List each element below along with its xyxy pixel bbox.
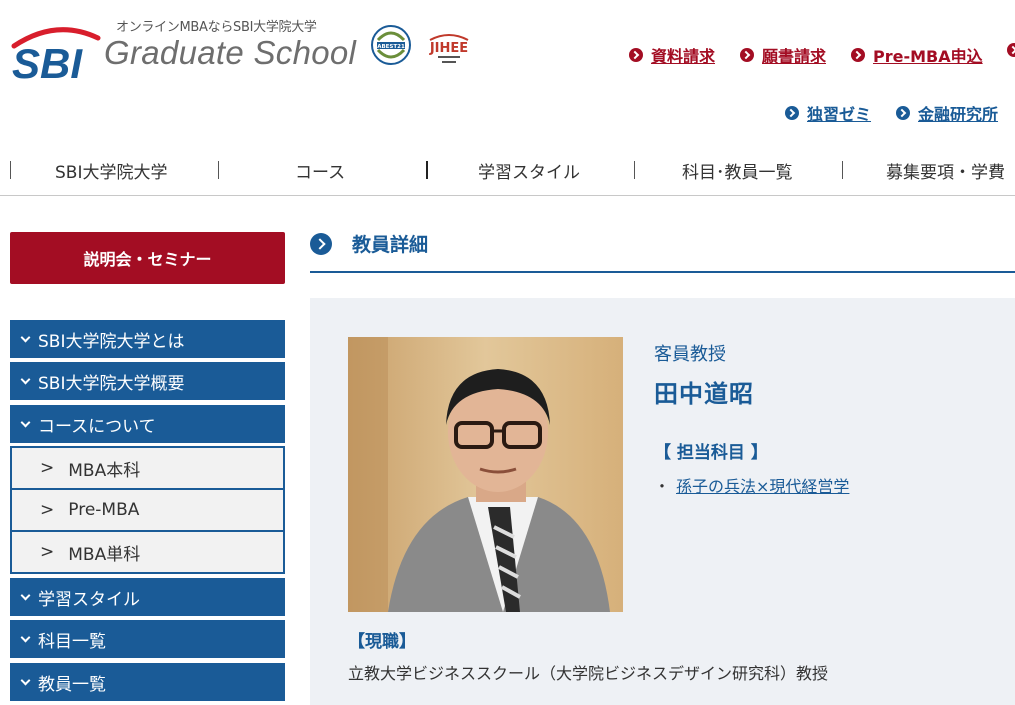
finance-institute-link[interactable]: 金融研究所: [896, 101, 998, 125]
sidebar-item-overview[interactable]: SBI大学院大学概要: [10, 362, 285, 400]
jihee-badge-text: JIHEE: [429, 41, 468, 56]
faculty-photo: [348, 337, 623, 612]
chevron-down-icon: [20, 374, 31, 384]
faculty-name: 田中道昭: [654, 380, 754, 408]
subject-list-item: ・ 孫子の兵法×現代経営学: [654, 473, 849, 497]
global-nav: SBI大学院大学 コース 学習スタイル 科目･教員一覧 募集要項・学費: [0, 146, 1015, 196]
sidebar-item-courses[interactable]: コースについて: [10, 405, 285, 443]
arrow-circle-icon: [629, 48, 643, 62]
sidebar-subgroup-courses: > MBA本科 > Pre-MBA > MBA単科: [10, 446, 285, 574]
nav-item-admission[interactable]: 募集要項・学費: [886, 158, 1005, 183]
nav-separator: [10, 161, 11, 179]
page-title: 教員詳細: [352, 234, 429, 256]
seminar-button[interactable]: 説明会・セミナー: [10, 232, 285, 284]
jihee-badge-icon: JIHEE: [429, 34, 469, 63]
sidebar-subitem-pre-mba[interactable]: > Pre-MBA: [12, 490, 283, 530]
sidebar-item-label: 科目一覧: [38, 631, 106, 652]
faculty-role: 客員教授: [654, 344, 726, 365]
logo-tagline: オンラインMBAならSBI大学院大学: [116, 20, 317, 35]
sidebar-subitem-label: MBA単科: [68, 544, 141, 565]
finance-institute-label: 金融研究所: [918, 105, 999, 124]
arrow-circle-icon: [896, 106, 910, 120]
sidebar-item-learning-style[interactable]: 学習スタイル: [10, 578, 285, 616]
subject-link[interactable]: 孫子の兵法×現代経営学: [676, 473, 849, 497]
nav-item-learning-style[interactable]: 学習スタイル: [478, 158, 580, 183]
sbi-logo-icon: SBI: [11, 27, 101, 82]
logo-letters: SBI: [12, 40, 83, 82]
arrow-circle-icon: [851, 48, 865, 62]
abest21-badge-icon: ABEST21: [371, 25, 411, 65]
sidebar-item-label: SBI大学院大学概要: [38, 373, 185, 394]
current-position-heading: 【現職】: [348, 632, 416, 652]
sidebar-item-label: 教員一覧: [38, 674, 106, 695]
chevron-down-icon: [20, 632, 31, 642]
self-study-seminar-label: 独習ゼミ: [807, 105, 872, 124]
sidebar-item-label: 学習スタイル: [38, 589, 140, 610]
sidebar-item-label: コースについて: [38, 416, 156, 437]
chevron-right-icon: >: [40, 458, 55, 478]
request-application-label: 願書請求: [762, 47, 827, 66]
arrow-circle-icon: [310, 232, 332, 255]
nav-item-sbi[interactable]: SBI大学院大学: [55, 158, 167, 183]
arrow-circle-icon-cut[interactable]: [1007, 43, 1015, 57]
nav-item-course[interactable]: コース: [295, 158, 345, 183]
current-position-text: 立教大学ビジネススクール（大学院ビジネスデザイン研究科）教授: [348, 664, 829, 683]
nav-separator: [426, 161, 428, 179]
arrow-circle-icon: [785, 106, 799, 120]
chevron-right-icon: >: [40, 500, 55, 520]
section-header: 教員詳細: [310, 228, 1015, 273]
chevron-down-icon: [20, 675, 31, 685]
abest21-badge-text: ABEST21: [377, 44, 405, 50]
pre-mba-apply-link[interactable]: Pre-MBA申込: [851, 43, 983, 67]
chevron-down-icon: [20, 590, 31, 600]
sidebar-item-label: SBI大学院大学とは: [38, 331, 185, 352]
logo-title: Graduate School: [104, 34, 357, 71]
sidebar-subitem-label: Pre-MBA: [68, 500, 140, 520]
request-materials-link[interactable]: 資料請求: [629, 43, 715, 67]
sidebar-item-faculty[interactable]: 教員一覧: [10, 663, 285, 701]
sidebar-item-about[interactable]: SBI大学院大学とは: [10, 320, 285, 358]
subjects-heading: 【 担当科目 】: [654, 443, 768, 463]
sidebar-subitem-mba-single[interactable]: > MBA単科: [12, 532, 283, 572]
self-study-seminar-link[interactable]: 独習ゼミ: [785, 101, 871, 125]
nav-separator: [218, 161, 219, 179]
site-logo[interactable]: SBI オンラインMBAならSBI大学院大学 Graduate School: [10, 12, 357, 82]
sidebar-subitem-mba-main[interactable]: > MBA本科: [12, 448, 283, 488]
nav-item-subjects-faculty[interactable]: 科目･教員一覧: [682, 158, 793, 183]
nav-separator: [842, 161, 843, 179]
faculty-profile-panel: 客員教授 田中道昭 【 担当科目 】 ・ 孫子の兵法×現代経営学 【現職】 立教…: [310, 298, 1015, 705]
request-application-link[interactable]: 願書請求: [740, 43, 826, 67]
chevron-down-icon: [20, 417, 31, 427]
subject-bullet: ・: [654, 477, 671, 496]
chevron-right-icon: >: [40, 542, 55, 562]
sidebar-subitem-label: MBA本科: [68, 460, 141, 481]
nav-separator: [634, 161, 635, 179]
request-materials-label: 資料請求: [651, 47, 716, 66]
arrow-circle-icon: [740, 48, 754, 62]
sidebar-item-subjects[interactable]: 科目一覧: [10, 620, 285, 658]
arrow-circle-icon: [1007, 43, 1015, 57]
chevron-down-icon: [20, 332, 31, 342]
pre-mba-apply-label: Pre-MBA申込: [873, 47, 983, 66]
